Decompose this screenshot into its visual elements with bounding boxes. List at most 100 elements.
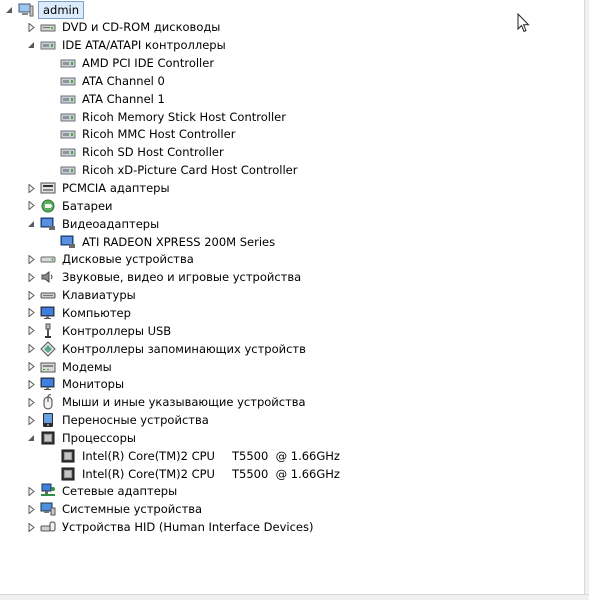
tree-item-label: Ricoh xD-Picture Card Host Controller [82, 163, 298, 178]
tree-item[interactable]: Мыши и иные указывающие устройства [26, 394, 308, 411]
collapse-arrow-icon[interactable] [26, 219, 36, 229]
expand-arrow-icon[interactable] [26, 326, 36, 336]
ide-controller-icon [60, 91, 76, 107]
tree-item-label: Устройства HID (Human Interface Devices) [62, 520, 314, 535]
tree-item[interactable]: Дисковые устройства [26, 251, 196, 268]
tree-item[interactable]: Компьютер [26, 304, 133, 321]
expand-arrow-icon[interactable] [26, 344, 36, 354]
expand-arrow-icon[interactable] [26, 522, 36, 532]
portable-device-icon [40, 412, 56, 428]
tree-item[interactable]: Ricoh xD-Picture Card Host Controller [46, 162, 299, 179]
tree-item-label: Ricoh SD Host Controller [82, 145, 224, 160]
speaker-icon [40, 269, 56, 285]
cpu-spec-text: T5500 @ 1.66GHz [232, 466, 340, 481]
tree-item[interactable]: Ricoh MMC Host Controller [46, 126, 237, 143]
tree-item[interactable]: Intel(R) Core(TM)2 CPU T5500 @ 1.66GHz [46, 447, 342, 464]
system-device-icon [40, 501, 56, 517]
expand-arrow-icon[interactable] [26, 415, 36, 425]
tree-item-label: Звуковые, видео и игровые устройства [62, 270, 302, 285]
tree-item-label: Intel(R) Core(TM)2 CPU T5500 @ 1.66GHz [80, 448, 342, 464]
tree-item[interactable]: ATA Channel 1 [46, 90, 167, 107]
tree-item[interactable]: Клавиатуры [26, 287, 138, 304]
tree-item-label: Ricoh MMC Host Controller [82, 127, 236, 142]
cpu-model-text: Intel(R) Core(TM)2 CPU [82, 448, 215, 463]
tree-item-label: Контроллеры запоминающих устройств [62, 341, 306, 356]
monitor-icon [40, 376, 56, 392]
collapse-arrow-icon[interactable] [26, 40, 36, 50]
tree-item[interactable]: IDE ATA/ATAPI контроллеры [26, 37, 228, 54]
tree-item-label: Батареи [62, 198, 113, 213]
expand-arrow-icon[interactable] [26, 22, 36, 32]
tree-item[interactable]: Звуковые, видео и игровые устройства [26, 269, 303, 286]
tree-item-label: admin [38, 0, 85, 19]
tree-item[interactable]: DVD и CD-ROM дисководы [26, 19, 222, 36]
tree-item-label: Контроллеры USB [62, 323, 172, 338]
tree-item[interactable]: Мониторы [26, 376, 126, 393]
usb-icon [40, 323, 56, 339]
tree-item[interactable]: Устройства HID (Human Interface Devices) [26, 519, 315, 536]
expand-arrow-icon[interactable] [26, 486, 36, 496]
cpu-model-text: Intel(R) Core(TM)2 CPU [82, 466, 215, 481]
collapse-arrow-icon[interactable] [4, 5, 14, 15]
tree-item[interactable]: PCMCIA адаптеры [26, 180, 172, 197]
tree-item-label: Модемы [62, 359, 112, 374]
expand-arrow-icon[interactable] [26, 504, 36, 514]
tree-item[interactable]: Видеоадаптеры [26, 215, 161, 232]
tree-item-label: DVD и CD-ROM дисководы [62, 20, 221, 35]
ide-controller-icon [60, 73, 76, 89]
expand-arrow-icon[interactable] [26, 201, 36, 211]
display-adapter-icon [40, 216, 56, 232]
tree-item[interactable]: Ricoh SD Host Controller [46, 144, 226, 161]
mouse-cursor-icon [517, 12, 530, 36]
expand-arrow-icon[interactable] [26, 183, 36, 193]
expand-arrow-icon[interactable] [26, 308, 36, 318]
tree-item[interactable]: Батареи [26, 197, 115, 214]
expand-arrow-icon[interactable] [26, 362, 36, 372]
cpu-spec-text: T5500 @ 1.66GHz [232, 448, 340, 463]
expand-arrow-icon[interactable] [26, 290, 36, 300]
expand-arrow-icon[interactable] [26, 254, 36, 264]
tree-item-label: Сетевые адаптеры [62, 484, 178, 499]
storage-controller-icon [40, 340, 56, 357]
tree-item-label: Клавиатуры [62, 288, 136, 303]
tree-item[interactable]: AMD PCI IDE Controller [46, 55, 216, 72]
processor-icon [60, 448, 76, 464]
tree-item[interactable]: Ricoh Memory Stick Host Controller [46, 108, 288, 125]
tree-item[interactable]: Системные устройства [26, 501, 204, 518]
tree-item-label: Процессоры [62, 430, 136, 445]
network-adapter-icon [40, 483, 56, 499]
tree-item-label: Ricoh Memory Stick Host Controller [82, 109, 286, 124]
tree-item[interactable]: Модемы [26, 358, 114, 375]
tree-item[interactable]: Контроллеры запоминающих устройств [26, 340, 308, 357]
ide-controller-icon [60, 126, 76, 142]
mouse-icon [40, 394, 56, 410]
expand-arrow-icon[interactable] [26, 379, 36, 389]
processor-icon [40, 430, 56, 446]
ide-controller-icon [40, 37, 56, 53]
expand-arrow-icon[interactable] [26, 272, 36, 282]
tree-item-label: Мыши и иные указывающие устройства [62, 395, 306, 410]
collapse-arrow-icon[interactable] [26, 433, 36, 443]
tree-item[interactable]: Сетевые адаптеры [26, 483, 179, 500]
tree-item[interactable]: Переносные устройства [26, 412, 211, 429]
tree-item-label: PCMCIA адаптеры [62, 181, 170, 195]
computer-icon [18, 2, 34, 18]
tree-item-label: Видеоадаптеры [62, 216, 160, 231]
tree-item[interactable]: Intel(R) Core(TM)2 CPU T5500 @ 1.66GHz [46, 465, 342, 482]
tree-item[interactable]: ATI RADEON XPRESS 200M Series [46, 233, 277, 250]
tree-item[interactable]: admin [4, 0, 85, 19]
tree-item[interactable]: ATA Channel 0 [46, 72, 167, 89]
ide-controller-icon [60, 55, 76, 71]
tree-item[interactable]: Процессоры [26, 429, 138, 446]
disk-drive-icon [40, 251, 56, 267]
tree-item-label: ATA Channel 1 [82, 91, 165, 106]
expand-arrow-icon[interactable] [26, 397, 36, 407]
tree-item[interactable]: Контроллеры USB [26, 322, 173, 339]
